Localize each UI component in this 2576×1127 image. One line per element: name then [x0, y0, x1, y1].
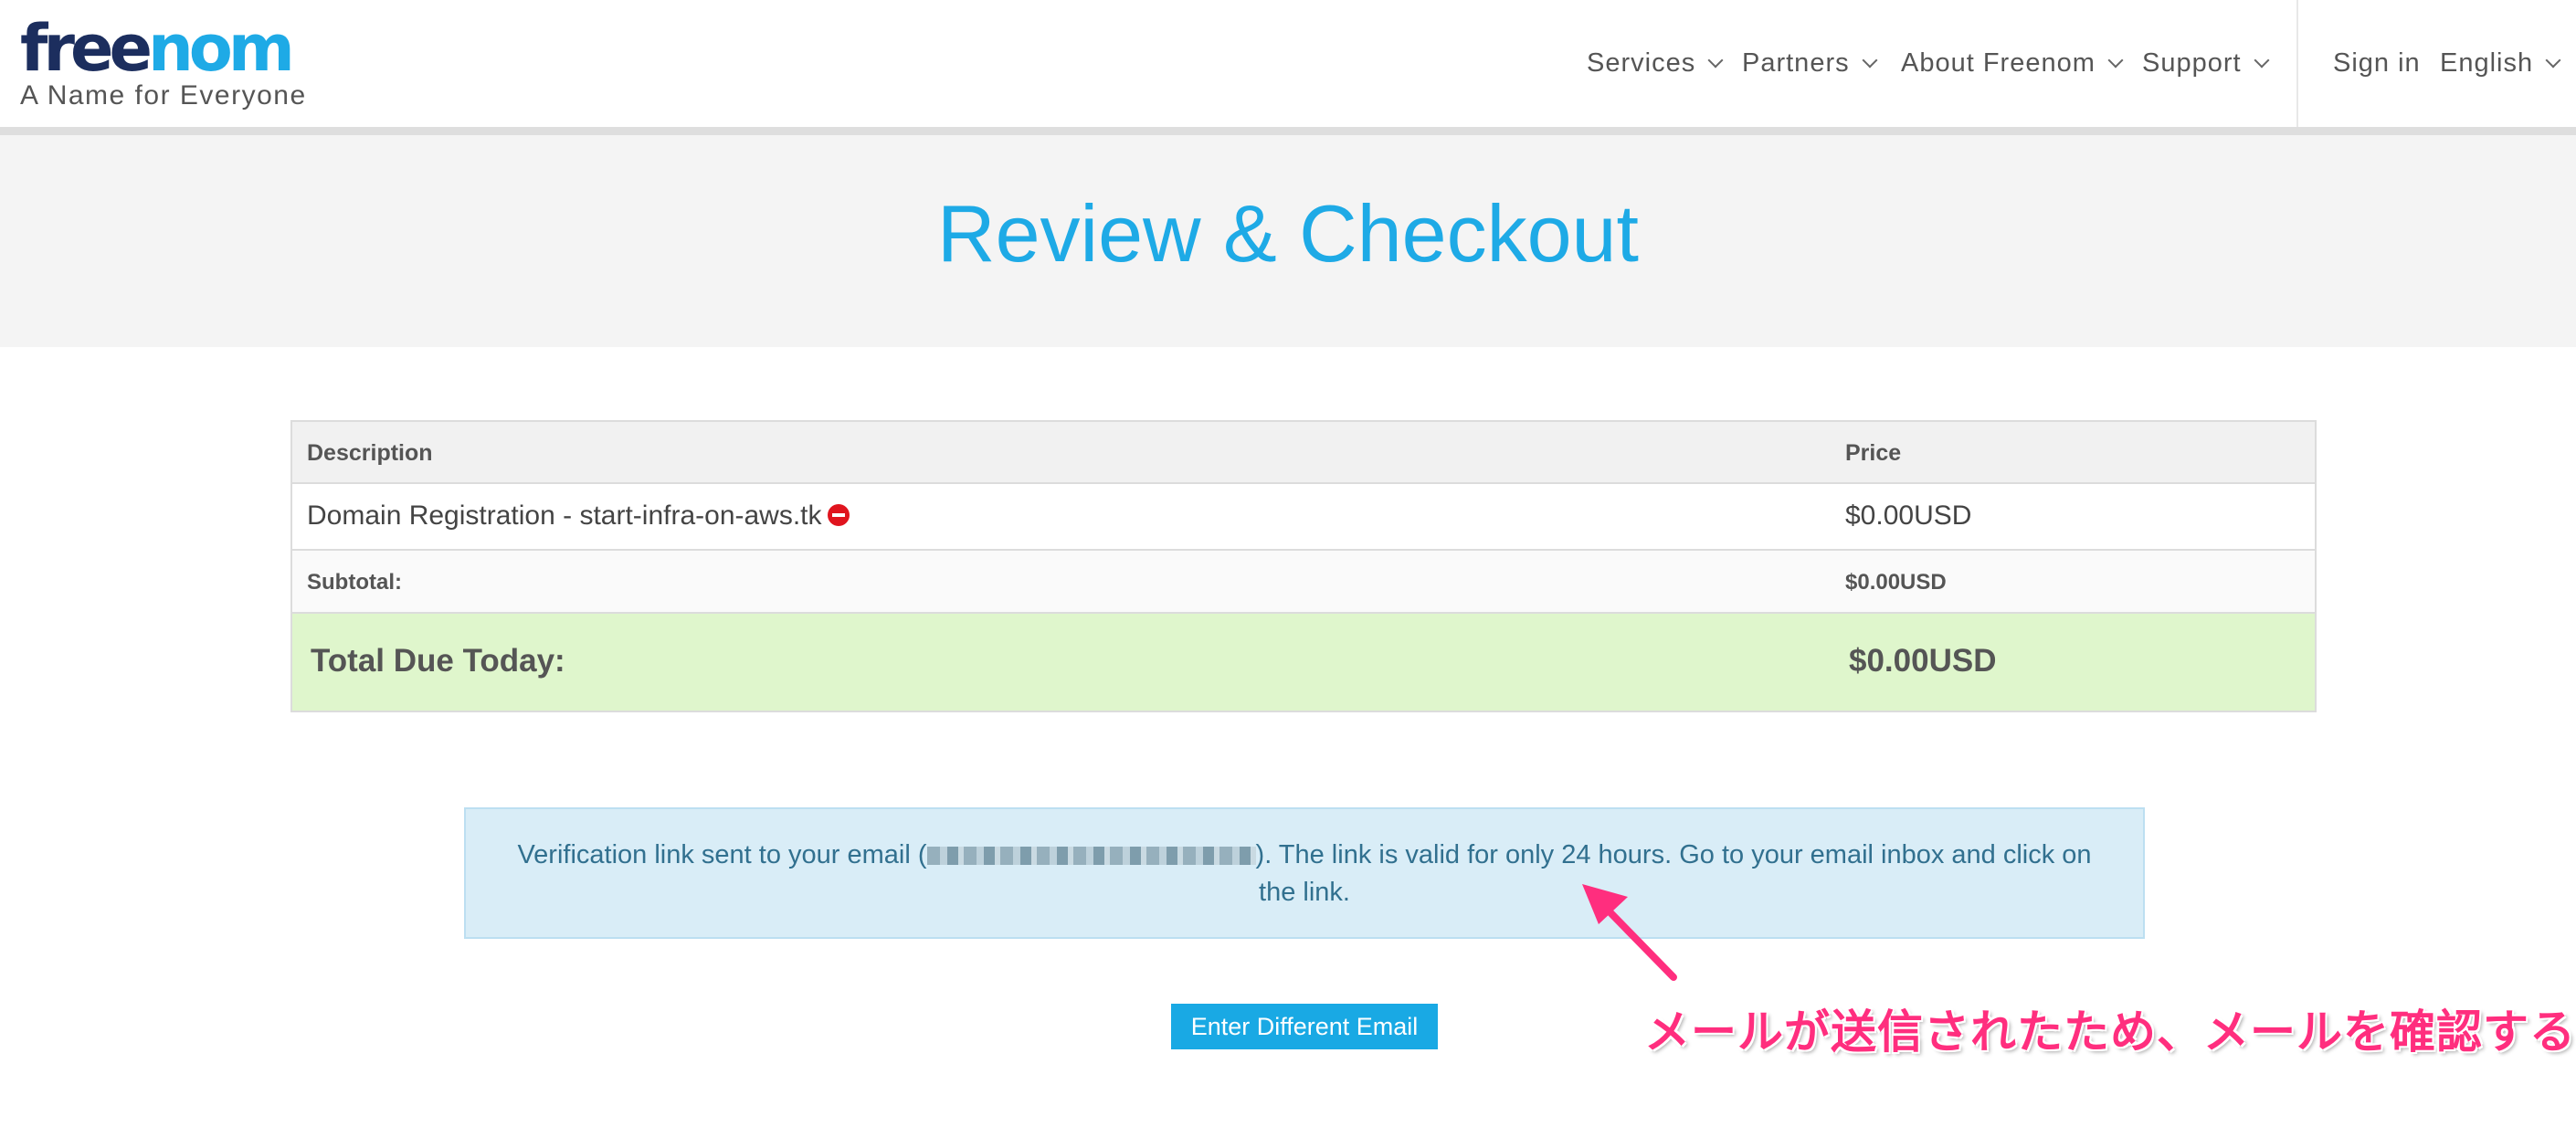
chevron-down-icon	[1862, 52, 1878, 68]
remove-icon[interactable]	[827, 503, 850, 526]
subtotal-value: $0.00USD	[1845, 570, 1947, 595]
nav-divider	[2296, 0, 2298, 127]
freenom-logo[interactable]: freenom A Name for Everyone	[20, 16, 307, 111]
total-value: $0.00USD	[1849, 643, 1997, 679]
page-title: Review & Checkout	[937, 188, 1639, 279]
sign-in-label: Sign in	[2333, 48, 2421, 78]
language-label: English	[2440, 48, 2534, 78]
total-row: Total Due Today: $0.00USD	[292, 614, 2315, 711]
table-header-row: Description Price	[292, 422, 2315, 484]
nav-about[interactable]: About Freenom	[1901, 0, 2124, 127]
annotation-text: メールが送信されたため、メールを確認する	[1644, 1006, 2576, 1058]
table-row: Domain Registration - start-infra-on-aws…	[292, 484, 2315, 551]
nav-support-label: Support	[2142, 48, 2242, 78]
column-header-description: Description	[307, 440, 433, 466]
total-label: Total Due Today:	[311, 643, 565, 679]
redacted-email	[926, 847, 1256, 866]
sign-in-link[interactable]: Sign in	[2333, 0, 2421, 127]
item-price: $0.00USD	[1845, 500, 1972, 531]
chevron-down-icon	[2107, 52, 2124, 68]
nav-partners-label: Partners	[1742, 48, 1850, 78]
alert-text-start: Verification link sent to your email (	[517, 840, 927, 869]
item-description-cell: Domain Registration - start-infra-on-aws…	[307, 500, 850, 532]
chevron-down-icon	[1707, 52, 1724, 68]
item-description: Domain Registration - start-infra-on-aws…	[307, 500, 822, 531]
language-selector[interactable]: English	[2440, 0, 2561, 127]
verification-alert: Verification link sent to your email ().…	[464, 807, 2145, 939]
nav-about-label: About Freenom	[1901, 48, 2096, 78]
subtotal-row: Subtotal: $0.00USD	[292, 551, 2315, 614]
site-header: freenom A Name for Everyone Services Par…	[0, 0, 2576, 127]
nav-services[interactable]: Services	[1587, 0, 1724, 127]
enter-different-email-button[interactable]: Enter Different Email	[1171, 1004, 1438, 1049]
header-shadow	[0, 127, 2576, 135]
column-header-price: Price	[1845, 440, 1902, 466]
page-hero: Review & Checkout	[0, 135, 2576, 347]
nav-support[interactable]: Support	[2142, 0, 2270, 127]
subtotal-label: Subtotal:	[307, 570, 402, 595]
annotation-arrow-icon	[1582, 884, 1677, 981]
chevron-down-icon	[2254, 52, 2270, 68]
order-summary-table: Description Price Domain Registration - …	[290, 420, 2317, 712]
nav-partners[interactable]: Partners	[1742, 0, 1878, 127]
nav-services-label: Services	[1587, 48, 1696, 78]
logo-wordmark: freenom	[20, 11, 295, 86]
chevron-down-icon	[2545, 52, 2561, 68]
logo-tagline: A Name for Everyone	[20, 80, 307, 111]
